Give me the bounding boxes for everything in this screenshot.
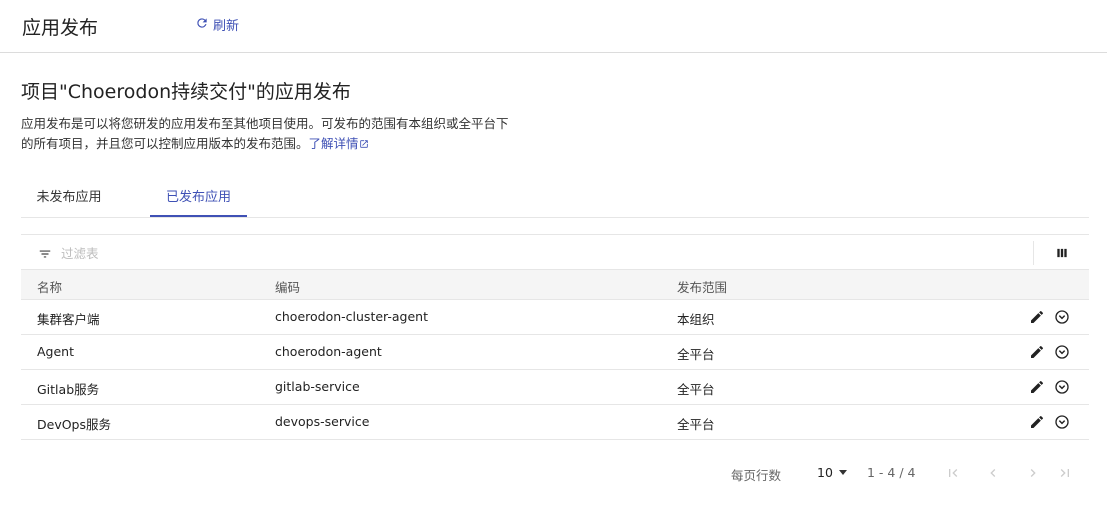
first-page-icon[interactable] [945, 465, 961, 481]
refresh-icon [195, 16, 209, 34]
divider [1033, 241, 1034, 265]
expand-circle-icon[interactable] [1054, 309, 1070, 325]
next-page-icon[interactable] [1025, 465, 1041, 481]
prev-page-icon[interactable] [985, 465, 1001, 481]
page-description: 应用发布是可以将您研发的应用发布至其他项目使用。可发布的范围有本组织或全平台下 … [21, 114, 541, 154]
app-name: Agent [37, 344, 74, 359]
header-title: 应用发布 [22, 17, 99, 39]
table-filter-bar [21, 234, 1089, 270]
table-row: Gitlab服务 gitlab-service 全平台 [21, 370, 1089, 405]
edit-icon[interactable] [1029, 309, 1045, 325]
app-name: Gitlab服务 [37, 382, 100, 397]
refresh-label: 刷新 [213, 19, 240, 34]
external-link-icon [359, 136, 369, 151]
column-header-code[interactable]: 编码 [275, 277, 300, 296]
page-title: 项目"Choerodon持续交付"的应用发布 [21, 81, 351, 103]
app-name: 集群客户端 [37, 312, 100, 327]
edit-icon[interactable] [1029, 379, 1045, 395]
tab-unpublished[interactable]: 未发布应用 [21, 180, 117, 217]
expand-circle-icon[interactable] [1054, 414, 1070, 430]
top-header: 应用发布 刷新 [0, 0, 1107, 53]
table-row: 集群客户端 choerodon-cluster-agent 本组织 [21, 300, 1089, 335]
description-line-1: 应用发布是可以将您研发的应用发布至其他项目使用。可发布的范围有本组织或全平台下 [21, 116, 509, 131]
edit-icon[interactable] [1029, 344, 1045, 360]
table-header: 名称 编码 发布范围 [21, 270, 1089, 300]
tab-bar: 未发布应用 已发布应用 [21, 180, 1089, 218]
expand-circle-icon[interactable] [1054, 379, 1070, 395]
learn-more-link[interactable]: 了解详情 [309, 136, 369, 151]
caret-down-icon [838, 470, 847, 475]
app-scope: 本组织 [677, 312, 715, 327]
edit-icon[interactable] [1029, 414, 1045, 430]
app-code: choerodon-cluster-agent [275, 309, 428, 324]
expand-circle-icon[interactable] [1054, 344, 1070, 360]
app-code: choerodon-agent [275, 344, 382, 359]
row-actions [1029, 379, 1070, 395]
table-row: DevOps服务 devops-service 全平台 [21, 405, 1089, 440]
column-header-scope[interactable]: 发布范围 [677, 277, 727, 296]
row-actions [1029, 309, 1070, 325]
pagination: 每页行数 10 1 - 4 / 4 [0, 458, 1107, 488]
page-size-select[interactable]: 10 [817, 465, 847, 480]
row-actions [1029, 414, 1070, 430]
column-header-name[interactable]: 名称 [37, 277, 62, 296]
app-code: devops-service [275, 414, 370, 429]
last-page-icon[interactable] [1057, 465, 1073, 481]
refresh-button[interactable]: 刷新 [195, 15, 239, 34]
published-apps-table: 名称 编码 发布范围 集群客户端 choerodon-cluster-agent… [21, 270, 1089, 440]
app-scope: 全平台 [677, 347, 715, 362]
tab-published[interactable]: 已发布应用 [150, 180, 247, 217]
app-name: DevOps服务 [37, 417, 111, 432]
app-scope: 全平台 [677, 417, 715, 432]
column-settings-icon[interactable] [1055, 245, 1069, 259]
description-line-2: 的所有项目，并且您可以控制应用版本的发布范围。 [21, 136, 309, 151]
app-code: gitlab-service [275, 379, 360, 394]
filter-icon [38, 246, 52, 260]
app-scope: 全平台 [677, 382, 715, 397]
row-actions [1029, 344, 1070, 360]
rows-per-page-label: 每页行数 [731, 468, 782, 483]
page-size-value: 10 [817, 465, 833, 480]
table-row: Agent choerodon-agent 全平台 [21, 335, 1089, 370]
page-range: 1 - 4 / 4 [867, 465, 916, 480]
filter-input[interactable] [61, 243, 361, 263]
